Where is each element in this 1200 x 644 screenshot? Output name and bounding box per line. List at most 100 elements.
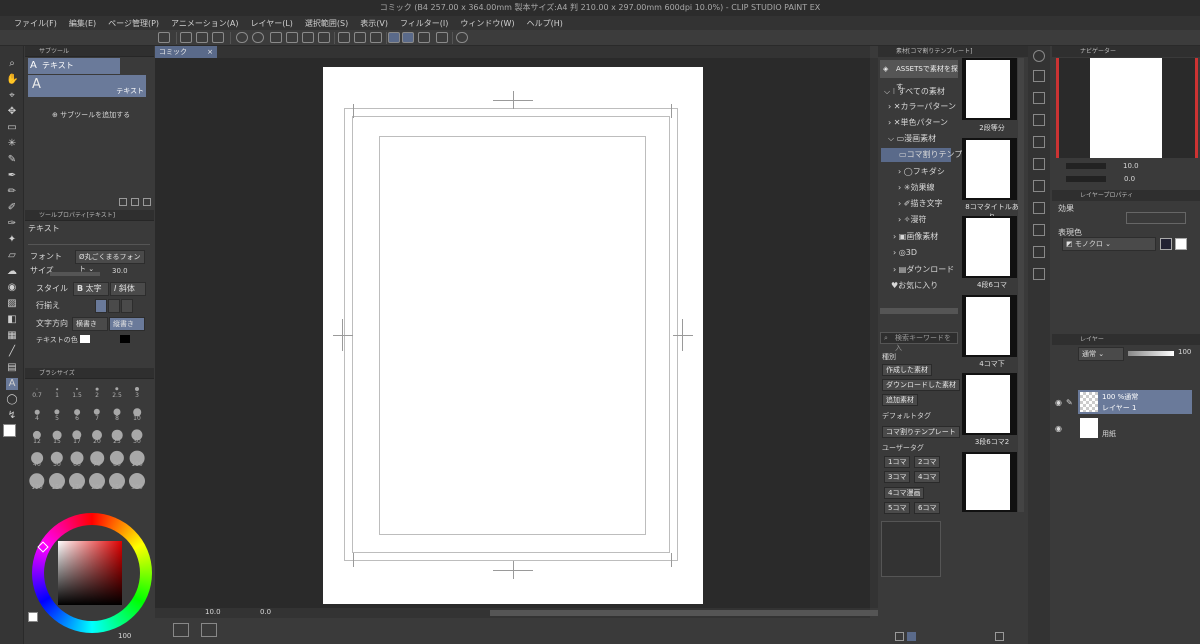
navigator-angle-slider[interactable] <box>1066 176 1106 182</box>
subtool-delete-icon[interactable] <box>143 198 151 206</box>
brush-size-cell[interactable]: 20 <box>88 427 106 445</box>
thumb-scrollbar[interactable] <box>1018 58 1024 512</box>
tree-scrollbar[interactable] <box>880 308 958 314</box>
brush-size-cell[interactable]: 200 <box>88 473 106 491</box>
brush-size-cell[interactable]: 40 <box>28 450 46 468</box>
user-tag-3[interactable]: 3コマ <box>884 471 911 483</box>
tree-color-pattern[interactable]: › ✕カラーパターン <box>888 101 956 112</box>
tree-frame-template[interactable]: ▭コマ割りテンプ <box>881 148 962 162</box>
side-download-icon[interactable] <box>1033 202 1045 214</box>
side-tone-icon[interactable] <box>1033 136 1045 148</box>
canvas-zoom-value[interactable]: 10.0 <box>205 608 221 616</box>
eye-icon[interactable]: ◉ <box>1055 398 1062 407</box>
view-grid-icon[interactable] <box>907 632 916 641</box>
user-tag-5[interactable]: 5コマ <box>884 502 911 514</box>
redo-icon[interactable] <box>252 32 264 43</box>
menu-selection[interactable]: 選択範囲(S) <box>299 18 354 29</box>
horizontal-scrollbar[interactable] <box>490 610 880 616</box>
tree-manpu[interactable]: › ✧漫符 <box>898 214 926 225</box>
align-top-button[interactable] <box>95 299 107 313</box>
user-tag-6[interactable]: 6コマ <box>914 502 941 514</box>
align-bottom-button[interactable] <box>121 299 133 313</box>
decoration-icon[interactable]: ✦ <box>6 234 18 246</box>
user-tag-4[interactable]: 4コマ <box>914 471 941 483</box>
brush-size-cell[interactable]: 17 <box>68 427 86 445</box>
type-downloaded-button[interactable]: ダウンロードした素材 <box>882 379 960 391</box>
close-icon[interactable]: × <box>207 46 213 58</box>
thumb-3dan6koma[interactable] <box>962 373 1017 435</box>
ruler-settings-icon[interactable] <box>436 32 448 43</box>
frame-border-icon[interactable]: ▦ <box>6 330 18 342</box>
text-color-black-swatch[interactable] <box>120 335 130 343</box>
canvas-tab[interactable]: コミック × <box>155 46 217 58</box>
eyedropper-icon[interactable]: ✎ <box>6 154 18 166</box>
user-tag-2[interactable]: 2コマ <box>914 456 941 468</box>
main-color-swatch[interactable] <box>3 424 16 437</box>
brush-size-cell[interactable]: 30 <box>128 427 146 445</box>
side-frame-icon[interactable] <box>1033 246 1045 258</box>
vertical-scrollbar[interactable] <box>870 58 878 608</box>
save-icon[interactable] <box>212 32 224 43</box>
side-balloon-icon[interactable] <box>1033 268 1045 280</box>
menu-window[interactable]: ウィンドウ(W) <box>454 18 520 29</box>
color-main-swatch[interactable] <box>28 612 38 622</box>
layer-opacity-value[interactable]: 100 <box>1178 348 1191 356</box>
brush-size-cell[interactable]: 70 <box>88 450 106 468</box>
paper-eye-icon[interactable]: ◉ <box>1055 424 1062 433</box>
new-file-icon[interactable] <box>180 32 192 43</box>
size-slider[interactable] <box>50 272 100 276</box>
layer-tab[interactable]: レイヤー <box>1052 334 1200 345</box>
navigator-angle-value[interactable]: 0.0 <box>1124 175 1135 183</box>
menu-edit[interactable]: 編集(E) <box>63 18 102 29</box>
layer-opacity-slider[interactable] <box>1128 351 1174 356</box>
hand-icon[interactable]: ✋ <box>6 74 18 86</box>
subtool-tab[interactable]: サブツール <box>25 46 154 57</box>
fill-icon[interactable] <box>302 32 314 43</box>
menu-filter[interactable]: フィルター(I) <box>394 18 454 29</box>
tree-manga-material[interactable]: ⌵ ▭漫画素材 <box>888 133 936 144</box>
text-icon[interactable]: A <box>6 378 18 390</box>
correct-line-icon[interactable]: ↯ <box>6 410 18 422</box>
saturation-value-square[interactable] <box>58 541 122 605</box>
brush-size-cell[interactable]: 12 <box>28 427 46 445</box>
menu-help[interactable]: ヘルプ(H) <box>521 18 569 29</box>
canvas-angle-value[interactable]: 0.0 <box>260 608 271 616</box>
subtool-group-text[interactable]: A テキスト <box>28 58 120 74</box>
expression-select[interactable]: ◩ モノクロ ⌄ <box>1062 237 1156 251</box>
brush-size-cell[interactable]: 0.7 <box>28 381 46 399</box>
layer-row-1[interactable]: 100 %通常 レイヤー 1 <box>1078 390 1192 414</box>
brush-size-cell[interactable]: 5 <box>48 404 66 422</box>
open-file-icon[interactable] <box>196 32 208 43</box>
tree-balloon[interactable]: › ◯フキダシ <box>898 166 945 177</box>
bold-button[interactable]: B 太字 <box>73 282 109 296</box>
menu-view[interactable]: 表示(V) <box>354 18 394 29</box>
eraser-icon[interactable]: ▱ <box>6 250 18 262</box>
brush-size-cell[interactable]: 250 <box>108 473 126 491</box>
fill-tool-icon[interactable]: ◉ <box>6 282 18 294</box>
assets-icon[interactable] <box>456 32 468 43</box>
tree-effect-line[interactable]: › ✳効果線 <box>898 182 934 193</box>
operation-icon[interactable]: ⌖ <box>6 90 18 102</box>
airbrush-icon[interactable]: ✑ <box>6 218 18 230</box>
horizontal-button[interactable]: 横書き <box>72 317 108 331</box>
menu-layer[interactable]: レイヤー(L) <box>244 18 298 29</box>
thumb-8koma[interactable] <box>962 138 1017 200</box>
ruler-icon[interactable]: ╱ <box>6 346 18 358</box>
effect-buttons[interactable] <box>1126 212 1186 224</box>
brush-size-cell[interactable]: 3 <box>128 381 146 399</box>
snap-ruler-icon[interactable] <box>388 32 400 43</box>
speech-balloon-icon[interactable]: ◯ <box>6 394 18 406</box>
thumb-4dan6koma[interactable] <box>962 216 1017 278</box>
page-manage-icon[interactable] <box>173 623 189 637</box>
blend-mode-select[interactable]: 通常 ⌄ <box>1078 347 1124 361</box>
menu-animation[interactable]: アニメーション(A) <box>165 18 244 29</box>
font-select[interactable]: Ø丸ごくまるフォント ⌄ <box>75 250 145 273</box>
deselect-icon[interactable] <box>338 32 350 43</box>
layer-row-paper[interactable]: 用紙 <box>1078 416 1192 440</box>
brush-size-cell[interactable]: 100 <box>128 450 146 468</box>
brush-size-cell[interactable]: 1.5 <box>68 381 86 399</box>
subtool-item-text[interactable]: A テキスト <box>28 75 146 97</box>
text-color-white-swatch[interactable] <box>80 335 90 343</box>
brush-size-cell[interactable]: 4 <box>28 404 46 422</box>
story-icon[interactable] <box>201 623 217 637</box>
